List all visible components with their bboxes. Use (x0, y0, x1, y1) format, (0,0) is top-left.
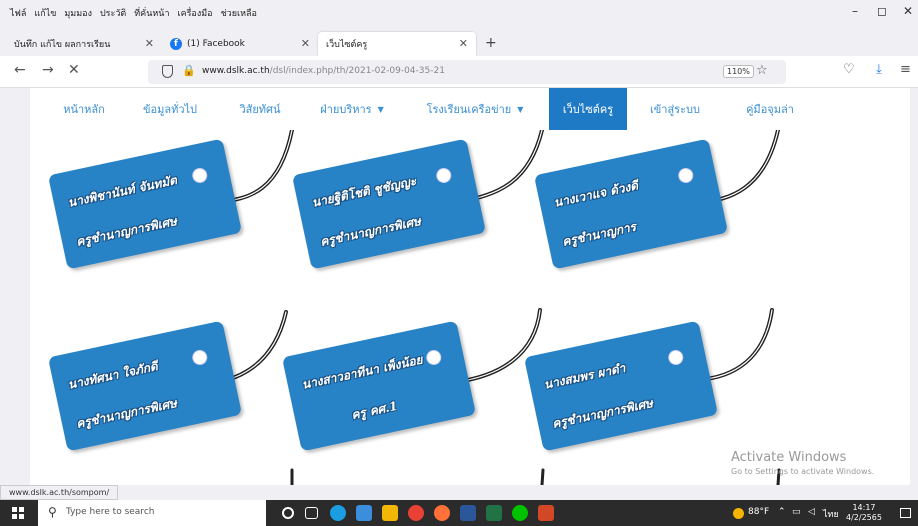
bookmark-star-icon[interactable]: ☆ (756, 63, 768, 78)
taskbar-clock[interactable]: 14:17 4/2/2565 (846, 503, 882, 523)
tab-close-icon[interactable]: ✕ (301, 37, 310, 50)
taskbar: ⚲ Type here to search 88°F ⌃ ▭ ◁ ไทย 14:… (0, 500, 918, 526)
maximize-button[interactable]: ◻ (872, 4, 892, 18)
weather-sun-icon[interactable] (733, 508, 744, 519)
search-icon: ⚲ (48, 505, 57, 519)
teacher-name: นายฐิติโชติ ชูชัญญะ (310, 174, 418, 210)
chrome-icon[interactable] (408, 505, 424, 521)
windows-start-icon[interactable] (12, 507, 24, 519)
url-text[interactable]: www.dslk.ac.th/dsl/index.php/th/2021-02-… (202, 66, 445, 76)
menu-edit[interactable]: แก้ไข (34, 6, 56, 20)
zoom-level[interactable]: 110% (723, 65, 754, 78)
navigation-bar: ← → ✕ 🔒 www.dslk.ac.th/dsl/index.php/th/… (0, 56, 918, 88)
status-url: www.dslk.ac.th/sompom/ (0, 485, 119, 500)
edge-icon[interactable] (330, 505, 346, 521)
word-icon[interactable] (460, 505, 476, 521)
url-bar[interactable]: 🔒 www.dslk.ac.th/dsl/index.php/th/2021-0… (148, 60, 786, 84)
shield-icon[interactable] (162, 65, 173, 78)
firefox-icon[interactable] (434, 505, 450, 521)
menu-help[interactable]: ช่วยเหลือ (221, 6, 257, 20)
caret-down-icon: ▼ (517, 104, 524, 114)
minimize-button[interactable]: – (845, 4, 865, 18)
watermark-subtitle: Go to Settings to activate Windows. (731, 467, 875, 476)
task-view-icon[interactable] (305, 507, 318, 519)
line-icon[interactable] (512, 505, 528, 521)
volume-icon[interactable]: ◁ (808, 507, 815, 517)
activate-windows-watermark: Activate Windows Go to Settings to activ… (731, 450, 874, 476)
download-icon[interactable]: ⤓ (876, 62, 882, 77)
tab-label: (1) Facebook (187, 39, 245, 49)
site-nav-login[interactable]: เข้าสู่ระบบ (630, 88, 720, 130)
site-nav-teacher-websites[interactable]: เว็บไซต์ครู (549, 88, 627, 130)
menu-file[interactable]: ไฟล์ (10, 6, 26, 20)
hamburger-menu-icon[interactable]: ≡ (900, 62, 911, 77)
site-nav-general-info[interactable]: ข้อมูลทั่วไป (122, 88, 218, 130)
teacher-name: นางพิชานันท์ จันทมัต (66, 173, 179, 210)
notification-icon[interactable] (900, 508, 911, 518)
tab-label: บันทึก แก้ไข ผลการเรียน (14, 40, 111, 50)
cortana-icon[interactable] (282, 507, 294, 519)
tab-teacher-websites[interactable]: เว็บไซต์ครู ✕ (318, 32, 476, 56)
browser-window: ไฟล์ แก้ไข มุมมอง ประวัติ ที่คั่นหน้า เค… (0, 0, 918, 526)
clock-time: 14:17 (852, 503, 876, 512)
taskbar-search[interactable]: ⚲ Type here to search (38, 500, 266, 526)
tab-close-icon[interactable]: ✕ (459, 37, 468, 50)
site-nav-manual[interactable]: คู่มือจุมล่า (722, 88, 818, 130)
store-icon[interactable] (356, 505, 372, 521)
back-button[interactable]: ← (14, 62, 26, 78)
site-nav-home[interactable]: หน้าหลัก (48, 88, 120, 130)
search-placeholder: Type here to search (66, 507, 155, 517)
tray-expand-icon[interactable]: ⌃ (778, 507, 786, 517)
teacher-name: นางทัศนา ใจภักดี (66, 359, 159, 392)
tab-facebook[interactable]: f (1) Facebook ✕ (162, 32, 318, 56)
site-nav-network-schools[interactable]: โรงเรียนเครือข่าย ▼ (406, 88, 544, 130)
close-window-button[interactable]: ✕ (898, 4, 918, 18)
excel-icon[interactable] (486, 505, 502, 521)
tab-grades[interactable]: บันทึก แก้ไข ผลการเรียน ✕ (6, 32, 162, 56)
menu-bookmarks[interactable]: ที่คั่นหน้า (134, 6, 169, 20)
content-area: นางพิชานันท์ จันทมัต ครูชำนาญการพิเศษ นา… (30, 130, 910, 485)
teacher-name: นางสาวอาทีนา เพ็งน้อย (300, 352, 424, 392)
file-explorer-icon[interactable] (382, 505, 398, 521)
menu-tools[interactable]: เครื่องมือ (178, 6, 213, 20)
language-indicator[interactable]: ไทย (823, 507, 839, 521)
site-nav-vision[interactable]: วิสัยทัศน์ (222, 88, 298, 130)
tab-label: เว็บไซต์ครู (326, 40, 368, 50)
facebook-icon: f (170, 38, 182, 50)
new-tab-button[interactable]: + (485, 35, 497, 51)
lock-icon[interactable]: 🔒 (182, 64, 196, 77)
watermark-title: Activate Windows (731, 450, 847, 465)
site-nav: หน้าหลัก ข้อมูลทั่วไป วิสัยทัศน์ ฝ่ายบริ… (30, 88, 910, 130)
tab-close-icon[interactable]: ✕ (145, 37, 154, 50)
caret-down-icon: ▼ (377, 104, 384, 114)
teacher-name: นางเวาแจ ด้วงดี (552, 178, 640, 210)
menu-history[interactable]: ประวัติ (100, 6, 126, 20)
site-nav-administration[interactable]: ฝ่ายบริหาร ▼ (302, 88, 402, 130)
teacher-name: นางสมพร ผาดำ (542, 360, 627, 392)
menu-view[interactable]: มุมมอง (64, 6, 92, 20)
tab-strip: บันทึก แก้ไข ผลการเรียน ✕ f (1) Facebook… (0, 32, 918, 56)
menu-bar: ไฟล์ แก้ไข มุมมอง ประวัติ ที่คั่นหน้า เค… (0, 0, 918, 32)
forward-button[interactable]: → (42, 62, 54, 78)
clock-date: 4/2/2565 (846, 513, 882, 522)
stop-button[interactable]: ✕ (68, 62, 80, 78)
pocket-icon[interactable]: ♡ (843, 62, 855, 77)
powerpoint-icon[interactable] (538, 505, 554, 521)
weather-temp[interactable]: 88°F (748, 507, 769, 517)
network-icon[interactable]: ▭ (792, 507, 801, 517)
